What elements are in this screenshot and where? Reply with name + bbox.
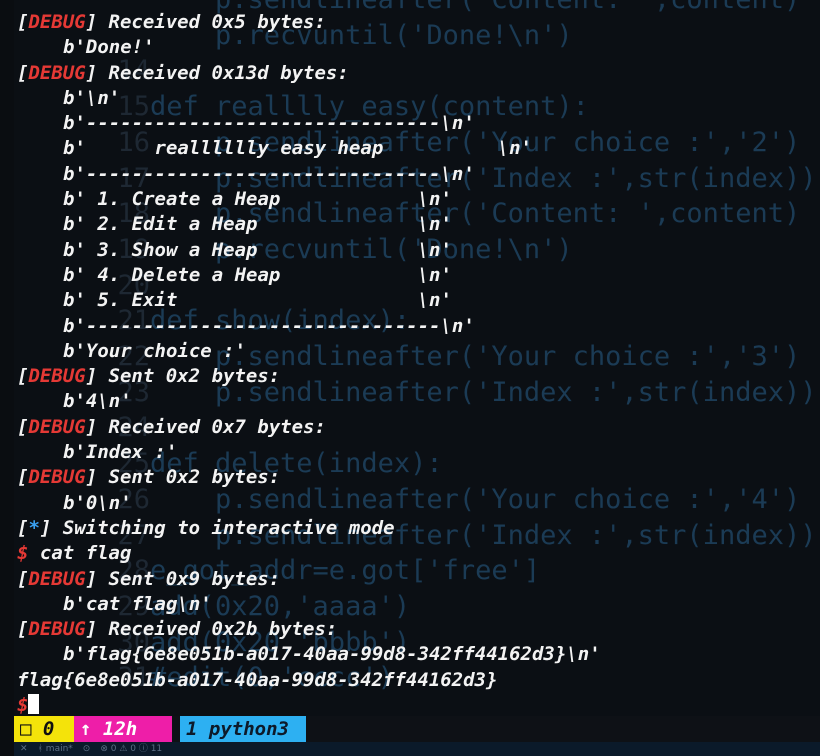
log-message: Sent 0x2 bytes: bbox=[97, 365, 281, 388]
debug-tag: DEBUG bbox=[28, 567, 86, 590]
bytes-literal: b'cat flag\n' bbox=[63, 592, 212, 615]
log-bracket-close: ] bbox=[85, 618, 98, 641]
bytes-literal: b'Done!' bbox=[63, 36, 155, 59]
log-bracket-open: [ bbox=[17, 466, 29, 489]
bytes-data-line: b' 4. Delete a Heap \n' bbox=[17, 263, 820, 288]
log-bracket-open: [ bbox=[17, 516, 29, 539]
log-message: Received 0x13d bytes: bbox=[97, 61, 349, 84]
editor-status-item[interactable]: ᚼ main* bbox=[38, 744, 73, 754]
shell-command: cat flag bbox=[28, 542, 132, 565]
bytes-data-line: b'-------------------------------\n' bbox=[17, 111, 820, 136]
tmux-session-indicator[interactable]: □ 0 bbox=[14, 716, 74, 742]
prompt-line: $ bbox=[17, 693, 820, 718]
bytes-literal: b'-------------------------------\n' bbox=[63, 112, 475, 135]
log-bracket-close: ] bbox=[39, 516, 52, 539]
log-bracket-close: ] bbox=[85, 61, 98, 84]
bytes-literal: b' 5. Exit \n' bbox=[63, 289, 452, 312]
text-cursor[interactable] bbox=[28, 694, 40, 715]
log-bracket-open: [ bbox=[17, 415, 29, 438]
bytes-data-line: b' 2. Edit a Heap \n' bbox=[17, 212, 820, 237]
bytes-literal: b'Index :' bbox=[63, 441, 178, 464]
log-message: Sent 0x9 bytes: bbox=[97, 567, 281, 590]
editor-status-item: ⊙ bbox=[82, 744, 91, 754]
log-message: Switching to interactive mode bbox=[51, 516, 395, 539]
bytes-data-line: b'-------------------------------\n' bbox=[17, 314, 820, 339]
debug-log-line: [DEBUG] Received 0x7 bytes: bbox=[17, 415, 820, 440]
prompt-dollar: $ bbox=[17, 694, 29, 717]
bytes-literal: b'4\n' bbox=[63, 390, 132, 413]
log-bracket-open: [ bbox=[17, 618, 29, 641]
bytes-data-line: b'0\n' bbox=[17, 491, 820, 516]
tmux-uptime-indicator: ↑ 12h bbox=[74, 716, 172, 742]
bytes-data-line: b'-------------------------------\n' bbox=[17, 162, 820, 187]
editor-status-item[interactable]: ✕ bbox=[20, 744, 28, 754]
tmux-window-tab[interactable]: 1 python3 bbox=[180, 716, 306, 742]
flag-output-line: flag{6e8e051b-a017-40aa-99d8-342ff44162d… bbox=[17, 668, 820, 693]
bytes-data-line: b'cat flag\n' bbox=[17, 592, 820, 617]
bytes-literal: b' 2. Edit a Heap \n' bbox=[63, 213, 452, 236]
bytes-literal: b' 1. Create a Heap \n' bbox=[63, 188, 452, 211]
debug-log-line: [DEBUG] Received 0x2b bytes: bbox=[17, 617, 820, 642]
bytes-data-line: b'Index :' bbox=[17, 440, 820, 465]
debug-tag: DEBUG bbox=[28, 365, 86, 388]
terminal-output[interactable]: [DEBUG] Received 0x5 bytes: b'Done!' [DEBU… bbox=[0, 0, 820, 716]
debug-tag: DEBUG bbox=[28, 466, 86, 489]
debug-tag: DEBUG bbox=[28, 415, 86, 438]
bytes-literal: b'flag{6e8e051b-a017-40aa-99d8-342ff4416… bbox=[63, 643, 601, 666]
debug-tag: DEBUG bbox=[28, 618, 86, 641]
bytes-literal: b'Your choice :' bbox=[63, 339, 247, 362]
editor-status-item: ⊗ 0 ⚠ 0 ⓘ 11 bbox=[100, 744, 163, 754]
bytes-data-line: b'Your choice :' bbox=[17, 339, 820, 364]
info-log-line: [*] Switching to interactive mode bbox=[17, 516, 820, 541]
debug-log-line: [DEBUG] Received 0x5 bytes: bbox=[17, 10, 820, 35]
log-bracket-close: ] bbox=[85, 11, 98, 33]
bytes-literal: b' 4. Delete a Heap \n' bbox=[63, 263, 452, 286]
log-bracket-open: [ bbox=[17, 61, 29, 84]
bytes-literal: b'0\n' bbox=[63, 491, 132, 514]
bytes-data-line: b'Done!' bbox=[17, 35, 820, 60]
shell-command-line: $ cat flag bbox=[17, 541, 820, 566]
log-message: Received 0x5 bytes: bbox=[97, 11, 326, 33]
debug-log-line: [DEBUG] Sent 0x9 bytes: bbox=[17, 567, 820, 592]
log-bracket-open: [ bbox=[17, 365, 29, 388]
tmux-status-bar: □ 0 ↑ 12h 1 python3 bbox=[14, 716, 820, 742]
bytes-data-line: b' 3. Show a Heap \n' bbox=[17, 238, 820, 263]
info-star-tag: * bbox=[28, 516, 40, 539]
log-bracket-close: ] bbox=[85, 567, 98, 590]
bytes-literal: b'-------------------------------\n' bbox=[63, 314, 475, 337]
debug-tag: DEBUG bbox=[28, 11, 86, 33]
debug-tag: DEBUG bbox=[28, 61, 86, 84]
log-message: Received 0x2b bytes: bbox=[97, 618, 338, 641]
log-bracket-close: ] bbox=[85, 415, 98, 438]
debug-log-line: [DEBUG] Received 0x13d bytes: bbox=[17, 61, 820, 86]
bytes-data-line: b' realllllly easy heap \n' bbox=[17, 136, 820, 161]
bytes-data-line: b'flag{6e8e051b-a017-40aa-99d8-342ff4416… bbox=[17, 642, 820, 667]
bytes-literal: b'-------------------------------\n' bbox=[63, 162, 475, 185]
debug-log-line: [DEBUG] Sent 0x2 bytes: bbox=[17, 465, 820, 490]
log-bracket-open: [ bbox=[17, 11, 29, 33]
log-message: Sent 0x2 bytes: bbox=[97, 466, 281, 489]
bytes-literal: b' 3. Show a Heap \n' bbox=[63, 238, 452, 261]
log-bracket-close: ] bbox=[85, 365, 98, 388]
log-bracket-open: [ bbox=[17, 567, 29, 590]
flag-text: flag{6e8e051b-a017-40aa-99d8-342ff44162d… bbox=[17, 668, 498, 691]
bytes-data-line: b' 1. Create a Heap \n' bbox=[17, 187, 820, 212]
bytes-data-line: b'4\n' bbox=[17, 389, 820, 414]
editor-status-line: ✕ ᚼ main* ⊙ ⊗ 0 ⚠ 0 ⓘ 11 bbox=[14, 742, 820, 756]
bytes-data-line: b' 5. Exit \n' bbox=[17, 288, 820, 313]
bytes-data-line: b'\n' bbox=[17, 86, 820, 111]
log-message: Received 0x7 bytes: bbox=[97, 415, 326, 438]
bytes-literal: b' realllllly easy heap \n' bbox=[63, 137, 532, 160]
log-bracket-close: ] bbox=[85, 466, 98, 489]
bytes-literal: b'\n' bbox=[63, 86, 121, 109]
debug-log-line: [DEBUG] Sent 0x2 bytes: bbox=[17, 364, 820, 389]
prompt-dollar: $ bbox=[17, 542, 29, 565]
